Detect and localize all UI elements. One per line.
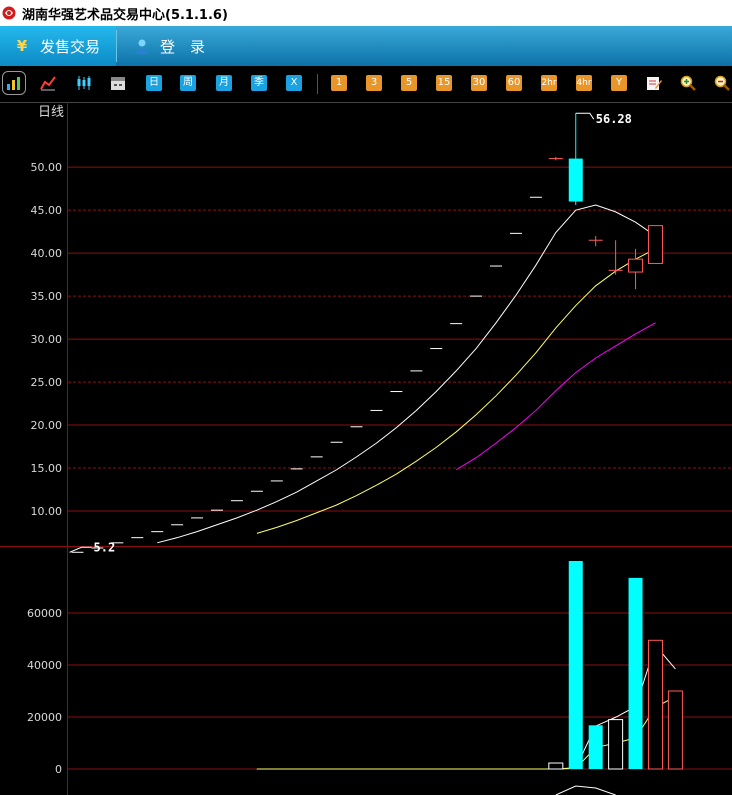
- price-tick-label: 15.00: [31, 462, 63, 475]
- candle-body: [568, 158, 583, 202]
- low-price-label: 5.2: [94, 540, 116, 554]
- volume-bar: [588, 725, 603, 769]
- volume-tick-label: 0: [55, 763, 62, 776]
- candlestick-icon[interactable]: [76, 75, 92, 91]
- candle: [588, 235, 603, 247]
- period-5min-button[interactable]: 5: [401, 75, 417, 91]
- price-tick-label: 20.00: [31, 419, 63, 432]
- candle: [628, 248, 644, 290]
- user-icon: [134, 38, 150, 54]
- ma10-line: [256, 248, 656, 534]
- menu-item-trade[interactable]: ¥ 发售交易: [0, 26, 116, 66]
- period-year-button[interactable]: Y: [611, 75, 627, 91]
- period-week-button[interactable]: 周: [180, 75, 196, 91]
- app-logo-icon: [2, 6, 16, 20]
- lower-indicator-line: [555, 785, 616, 795]
- menu-divider: [116, 30, 117, 62]
- period-15min-button[interactable]: 15: [436, 75, 452, 91]
- volume-bar: [548, 762, 564, 770]
- volume-bar: [667, 690, 683, 770]
- bar-chart-icon[interactable]: [2, 71, 26, 95]
- candle: [548, 156, 563, 161]
- menu-label-login: 登 录: [160, 37, 206, 56]
- period-custom-button[interactable]: X: [286, 75, 302, 91]
- volume-bar: [568, 561, 583, 769]
- period-2hr-button[interactable]: 2hr: [541, 75, 557, 91]
- volume-bar: [647, 639, 663, 770]
- volume-bar: [608, 719, 624, 770]
- candle-body: [628, 258, 644, 273]
- volume-tick-label: 60000: [27, 607, 62, 620]
- price-tick-label: 25.00: [31, 376, 63, 389]
- high-price-label: 56.28: [596, 112, 632, 126]
- yuan-icon: ¥: [16, 37, 28, 55]
- period-3min-button[interactable]: 3: [366, 75, 382, 91]
- period-quarter-button[interactable]: 季: [251, 75, 267, 91]
- price-tick-label: 45.00: [31, 204, 63, 217]
- toolbar-divider: [317, 74, 318, 94]
- zoom-in-icon[interactable]: [680, 75, 696, 91]
- price-tick-label: 35.00: [31, 290, 63, 303]
- price-tick-label: 30.00: [31, 333, 63, 346]
- period-label: 日线: [38, 105, 64, 120]
- period-day-button[interactable]: 日: [146, 75, 162, 91]
- kline-chart[interactable]: 日线 10.00 15.00 20.00 25.00 30.00 35.00 40.00 45…: [0, 102, 732, 795]
- period-4hr-button[interactable]: 4hr: [576, 75, 592, 91]
- low-marker-line: [69, 546, 92, 553]
- period-1min-button[interactable]: 1: [331, 75, 347, 91]
- price-tick-label: 10.00: [31, 505, 63, 518]
- line-chart-icon[interactable]: [40, 75, 56, 91]
- price-grid: [68, 166, 732, 512]
- window-title: 湖南华强艺术品交易中心(5.1.1.6): [22, 8, 228, 23]
- main-menubar: ¥ 发售交易 登 录: [0, 26, 732, 66]
- window-titlebar: 湖南华强艺术品交易中心(5.1.1.6): [0, 0, 732, 27]
- volume-bar: [628, 577, 643, 769]
- candle: [568, 113, 583, 205]
- candle-body: [647, 225, 663, 264]
- volume-tick-label: 20000: [27, 711, 62, 724]
- ma5-line: [157, 204, 656, 544]
- calendar-icon[interactable]: [110, 75, 126, 91]
- high-marker-line: [575, 112, 595, 120]
- period-30min-button[interactable]: 30: [471, 75, 487, 91]
- period-month-button[interactable]: 月: [216, 75, 232, 91]
- period-60min-button[interactable]: 60: [506, 75, 522, 91]
- price-tick-label: 50.00: [31, 161, 63, 174]
- volume-tick-label: 40000: [27, 659, 62, 672]
- edit-icon[interactable]: [646, 75, 662, 91]
- zoom-out-icon[interactable]: [714, 75, 730, 91]
- menu-label-trade: 发售交易: [40, 37, 101, 56]
- ma20-line: [455, 322, 656, 471]
- chart-toolbar: 日 周 月 季 X 1 3 5 15 30 60 2hr 4hr Y: [0, 66, 732, 103]
- price-tick-label: 40.00: [31, 247, 63, 260]
- menu-item-login[interactable]: 登 录: [130, 26, 240, 66]
- candle: [608, 240, 623, 275]
- candle: [647, 225, 663, 264]
